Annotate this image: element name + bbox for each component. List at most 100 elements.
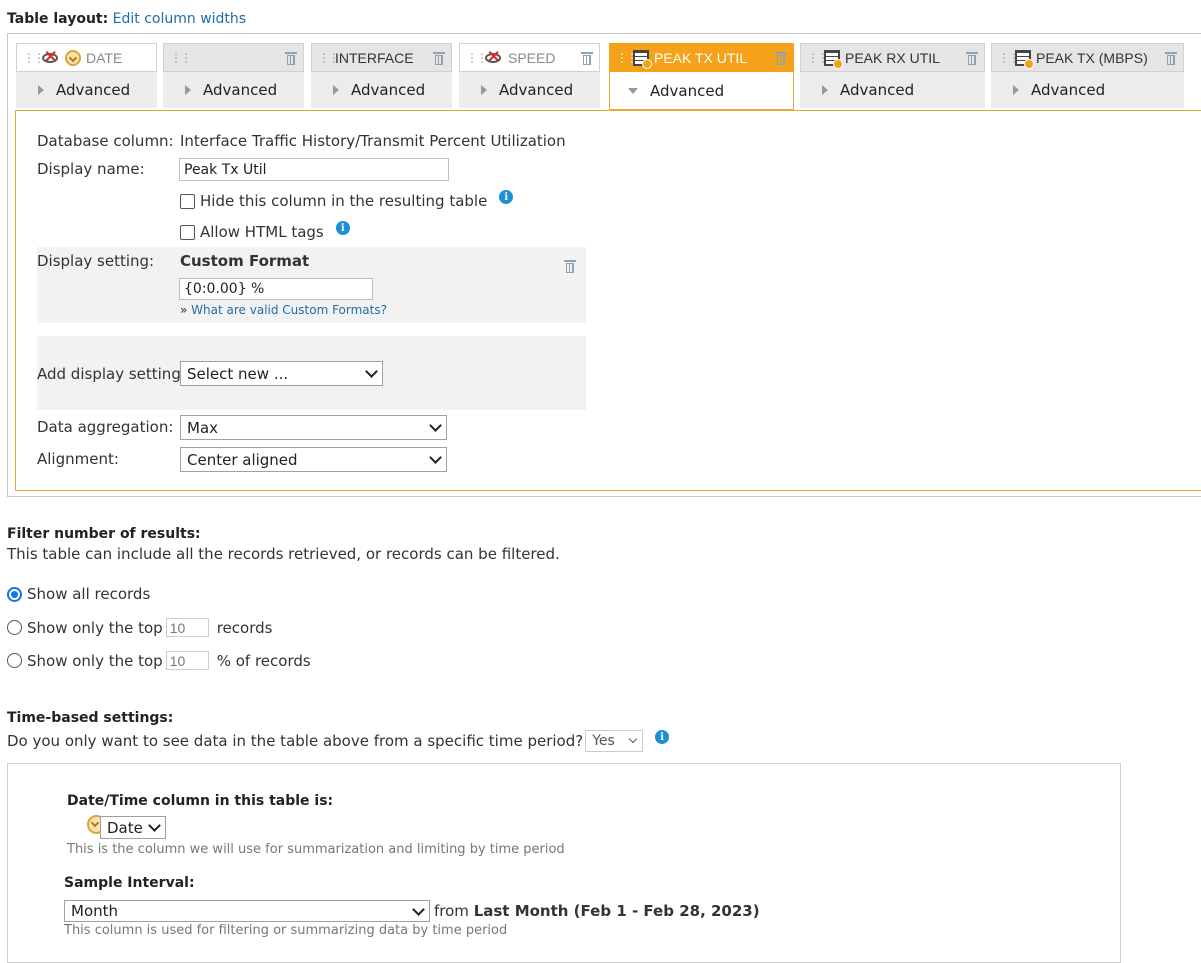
trash-icon[interactable] — [433, 51, 445, 65]
custom-format-help: » What are valid Custom Formats? — [180, 303, 387, 317]
expand-arrow-icon — [1013, 85, 1019, 95]
hide-column-option[interactable]: Hide this column in the resulting table … — [180, 190, 514, 210]
hidden-column-icon — [483, 47, 503, 67]
show-top-radio[interactable] — [7, 620, 22, 635]
advanced-label: Advanced — [203, 81, 278, 99]
percent-records-label: % of records — [216, 651, 311, 670]
chevron-down-icon — [365, 365, 378, 378]
datetime-column-select[interactable]: Date — [100, 816, 166, 839]
drag-handle-icon[interactable]: ⋮⋮ — [616, 51, 638, 65]
show-percent-radio[interactable] — [7, 653, 22, 668]
advanced-toggle[interactable]: Advanced — [459, 72, 600, 108]
display-setting-label: Display setting: — [37, 252, 155, 270]
trash-icon[interactable] — [581, 51, 593, 65]
drag-handle-icon[interactable]: ⋮⋮ — [170, 51, 192, 65]
drag-handle-icon[interactable]: ⋮⋮ — [318, 51, 340, 65]
advanced-toggle[interactable]: Advanced — [311, 72, 452, 108]
column-name: PEAK TX (MBPS) — [1036, 49, 1148, 66]
time-question: Do you only want to see data in the tabl… — [7, 732, 584, 750]
table-column-icon — [1015, 49, 1034, 69]
column-tab-peak-rx-util[interactable]: ⋮⋮ PEAK RX UTIL Advanced — [800, 43, 985, 108]
display-name-label: Display name: — [37, 160, 145, 178]
expand-arrow-icon — [38, 85, 44, 95]
top-count-input[interactable] — [165, 618, 209, 637]
advanced-toggle[interactable]: Advanced — [609, 72, 794, 110]
edit-column-widths-link[interactable]: Edit column widths — [113, 11, 246, 27]
advanced-toggle[interactable]: Advanced — [991, 72, 1184, 108]
allow-html-option[interactable]: Allow HTML tags i — [180, 221, 350, 241]
advanced-label: Advanced — [56, 81, 131, 99]
trash-icon[interactable] — [285, 51, 297, 65]
datetime-hint: This is the column we will use for summa… — [67, 842, 565, 857]
advanced-label: Advanced — [1031, 81, 1106, 99]
trash-icon[interactable] — [1165, 51, 1177, 65]
column-tab-interface[interactable]: ⋮⋮ INTERFACE Advanced — [311, 43, 452, 108]
time-period-select[interactable]: Yes — [585, 730, 644, 752]
clock-icon — [65, 49, 81, 66]
advanced-label: Advanced — [840, 81, 915, 99]
chevron-down-icon — [412, 902, 425, 916]
advanced-toggle[interactable]: Advanced — [800, 72, 985, 108]
filter-description: This table can include all the records r… — [7, 545, 560, 563]
select-value: Center aligned — [187, 450, 298, 469]
valid-custom-formats-link[interactable]: What are valid Custom Formats? — [191, 303, 387, 317]
filter-option-percent[interactable]: Show only the top % of records — [7, 651, 311, 670]
custom-format-input[interactable] — [179, 278, 373, 300]
trash-icon[interactable] — [966, 51, 978, 65]
advanced-toggle[interactable]: Advanced — [16, 72, 157, 108]
drag-handle-icon[interactable]: ⋮⋮ — [998, 51, 1020, 65]
column-tab-unnamed[interactable]: ⋮⋮ Advanced — [163, 43, 304, 108]
trash-icon[interactable] — [564, 259, 576, 273]
records-label: records — [216, 618, 273, 637]
advanced-label: Advanced — [499, 81, 574, 99]
drag-handle-icon[interactable]: ⋮⋮ — [23, 51, 45, 65]
filter-option-top[interactable]: Show only the top records — [7, 618, 272, 637]
info-icon[interactable]: i — [335, 221, 350, 235]
alignment-select[interactable]: Center aligned — [180, 447, 447, 472]
info-icon[interactable]: i — [499, 190, 514, 204]
chevron-down-icon — [429, 451, 442, 464]
chevron-down-icon — [628, 734, 638, 744]
column-tab-speed[interactable]: ⋮⋮ SPEED Advanced — [459, 43, 600, 108]
advanced-toggle[interactable]: Advanced — [163, 72, 304, 108]
time-section-title: Time-based settings: — [7, 710, 174, 726]
column-tab-peak-tx-mbps[interactable]: ⋮⋮ PEAK TX (MBPS) Advanced — [991, 43, 1184, 108]
filter-option-all[interactable]: Show all records — [7, 585, 150, 603]
expand-arrow-icon — [481, 85, 487, 95]
drag-handle-icon[interactable]: ⋮⋮ — [466, 51, 488, 65]
column-name: PEAK TX UTIL — [654, 49, 748, 66]
advanced-label: Advanced — [351, 81, 426, 99]
drag-handle-icon[interactable]: ⋮⋮ — [807, 51, 829, 65]
show-all-radio[interactable] — [7, 586, 22, 602]
allow-html-checkbox[interactable] — [180, 224, 195, 240]
sample-interval-select[interactable]: Month — [64, 900, 430, 922]
hide-column-checkbox[interactable] — [180, 193, 195, 209]
allow-html-label: Allow HTML tags — [200, 223, 324, 241]
display-name-input[interactable] — [179, 158, 449, 181]
select-value: Date — [107, 818, 143, 837]
column-tab-peak-tx-util[interactable]: ⋮⋮ PEAK TX UTIL Advanced — [609, 43, 794, 110]
chevron-down-icon — [148, 819, 161, 832]
chevron-down-icon — [429, 419, 442, 432]
custom-format-title: Custom Format — [180, 252, 310, 270]
select-value: Select new ... — [187, 364, 289, 383]
column-name: SPEED — [508, 49, 556, 66]
info-icon[interactable]: i — [655, 730, 670, 744]
filter-section-title: Filter number of results: — [7, 526, 201, 542]
link-prefix: » — [180, 303, 188, 317]
database-column-label: Database column: — [37, 132, 174, 150]
add-display-settings-label: Add display settings: — [37, 365, 194, 383]
add-display-settings-select[interactable]: Select new ... — [180, 361, 383, 386]
time-question-row: Do you only want to see data in the tabl… — [7, 730, 670, 752]
data-aggregation-select[interactable]: Max — [180, 415, 447, 440]
select-value: Max — [187, 418, 219, 437]
column-name: DATE — [86, 49, 123, 66]
column-tab-date[interactable]: ⋮⋮ DATE Advanced — [16, 43, 157, 108]
column-name: PEAK RX UTIL — [845, 49, 940, 66]
alignment-label: Alignment: — [37, 450, 119, 468]
show-top-label: Show only the top — [27, 618, 163, 637]
trash-icon[interactable] — [775, 51, 787, 65]
select-value: Month — [71, 902, 119, 920]
percent-input[interactable] — [165, 651, 209, 670]
sample-interval-title: Sample Interval: — [64, 875, 195, 891]
